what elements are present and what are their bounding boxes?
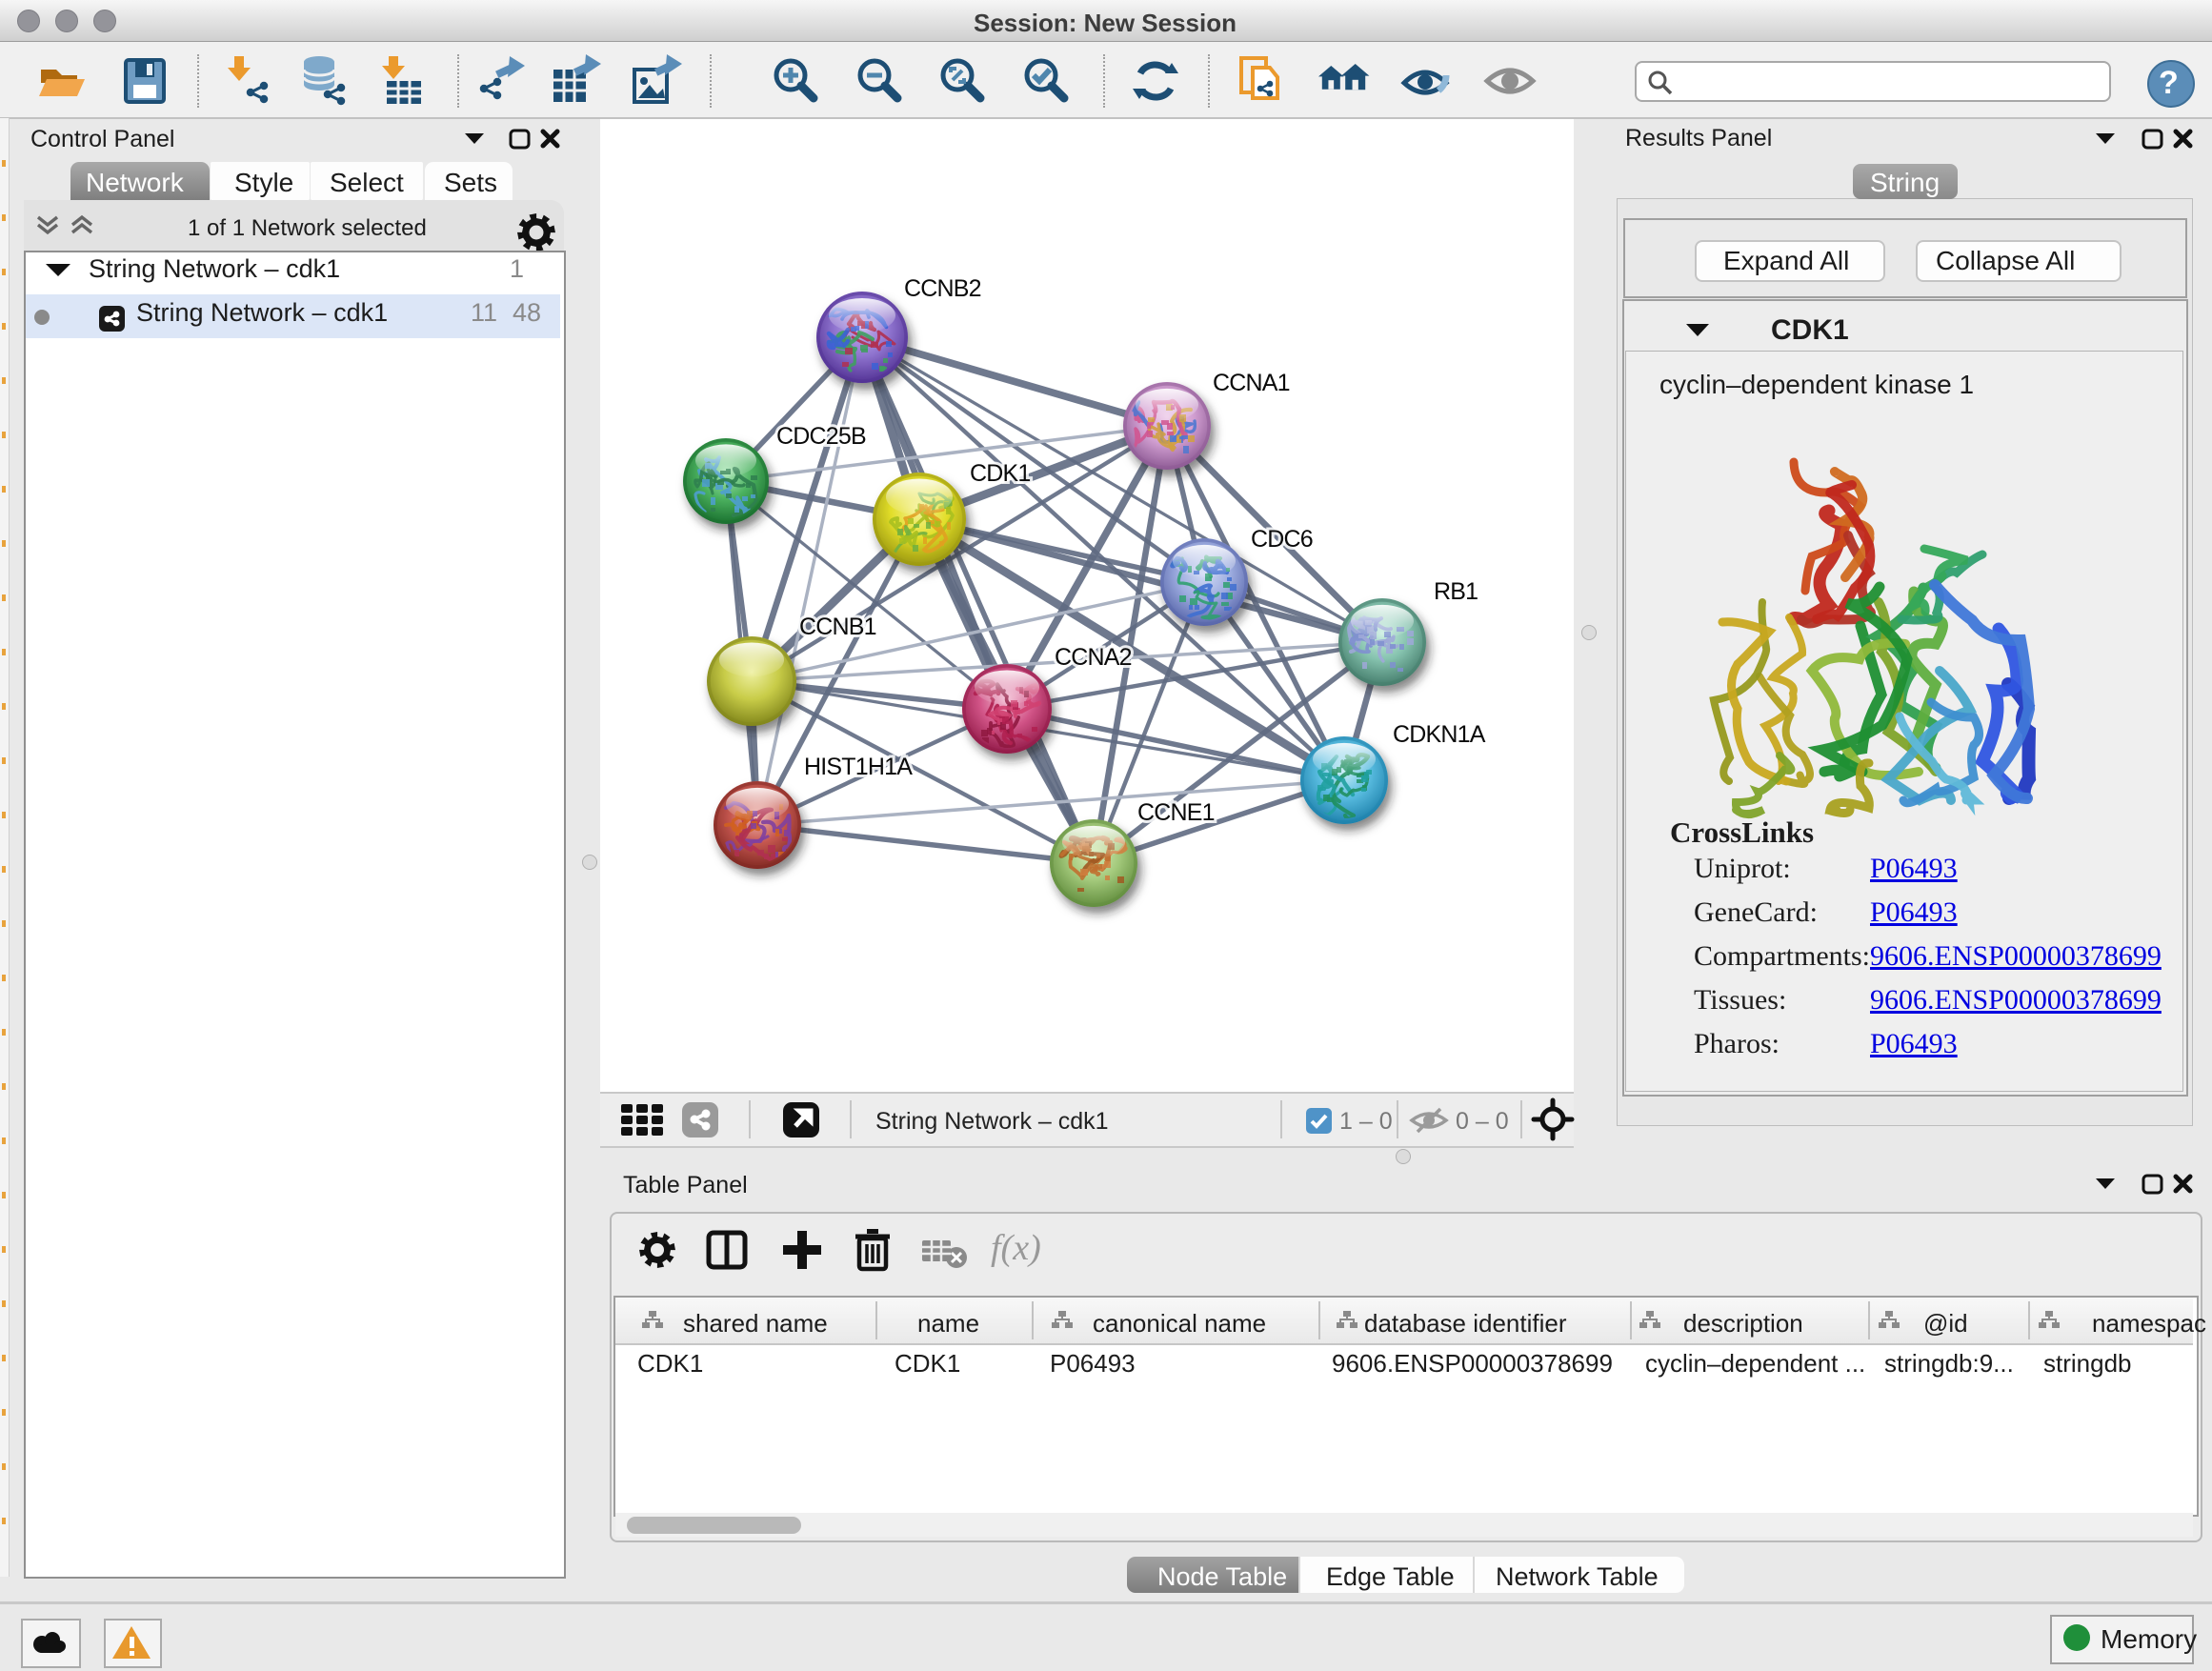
svg-text:CCNA1: CCNA1 [1213, 370, 1290, 396]
svg-text:CDC25B: CDC25B [776, 423, 866, 450]
svg-text:CDKN1A: CDKN1A [1393, 721, 1486, 748]
svg-text:CCNA2: CCNA2 [1055, 644, 1132, 671]
svg-text:CDK1: CDK1 [970, 460, 1031, 487]
svg-text:HIST1H1A: HIST1H1A [804, 754, 913, 780]
svg-text:CCNE1: CCNE1 [1137, 799, 1215, 826]
svg-text:CCNB2: CCNB2 [904, 275, 981, 302]
svg-text:CDC6: CDC6 [1251, 526, 1313, 553]
svg-text:RB1: RB1 [1434, 578, 1478, 605]
svg-text:CCNB1: CCNB1 [799, 614, 876, 640]
